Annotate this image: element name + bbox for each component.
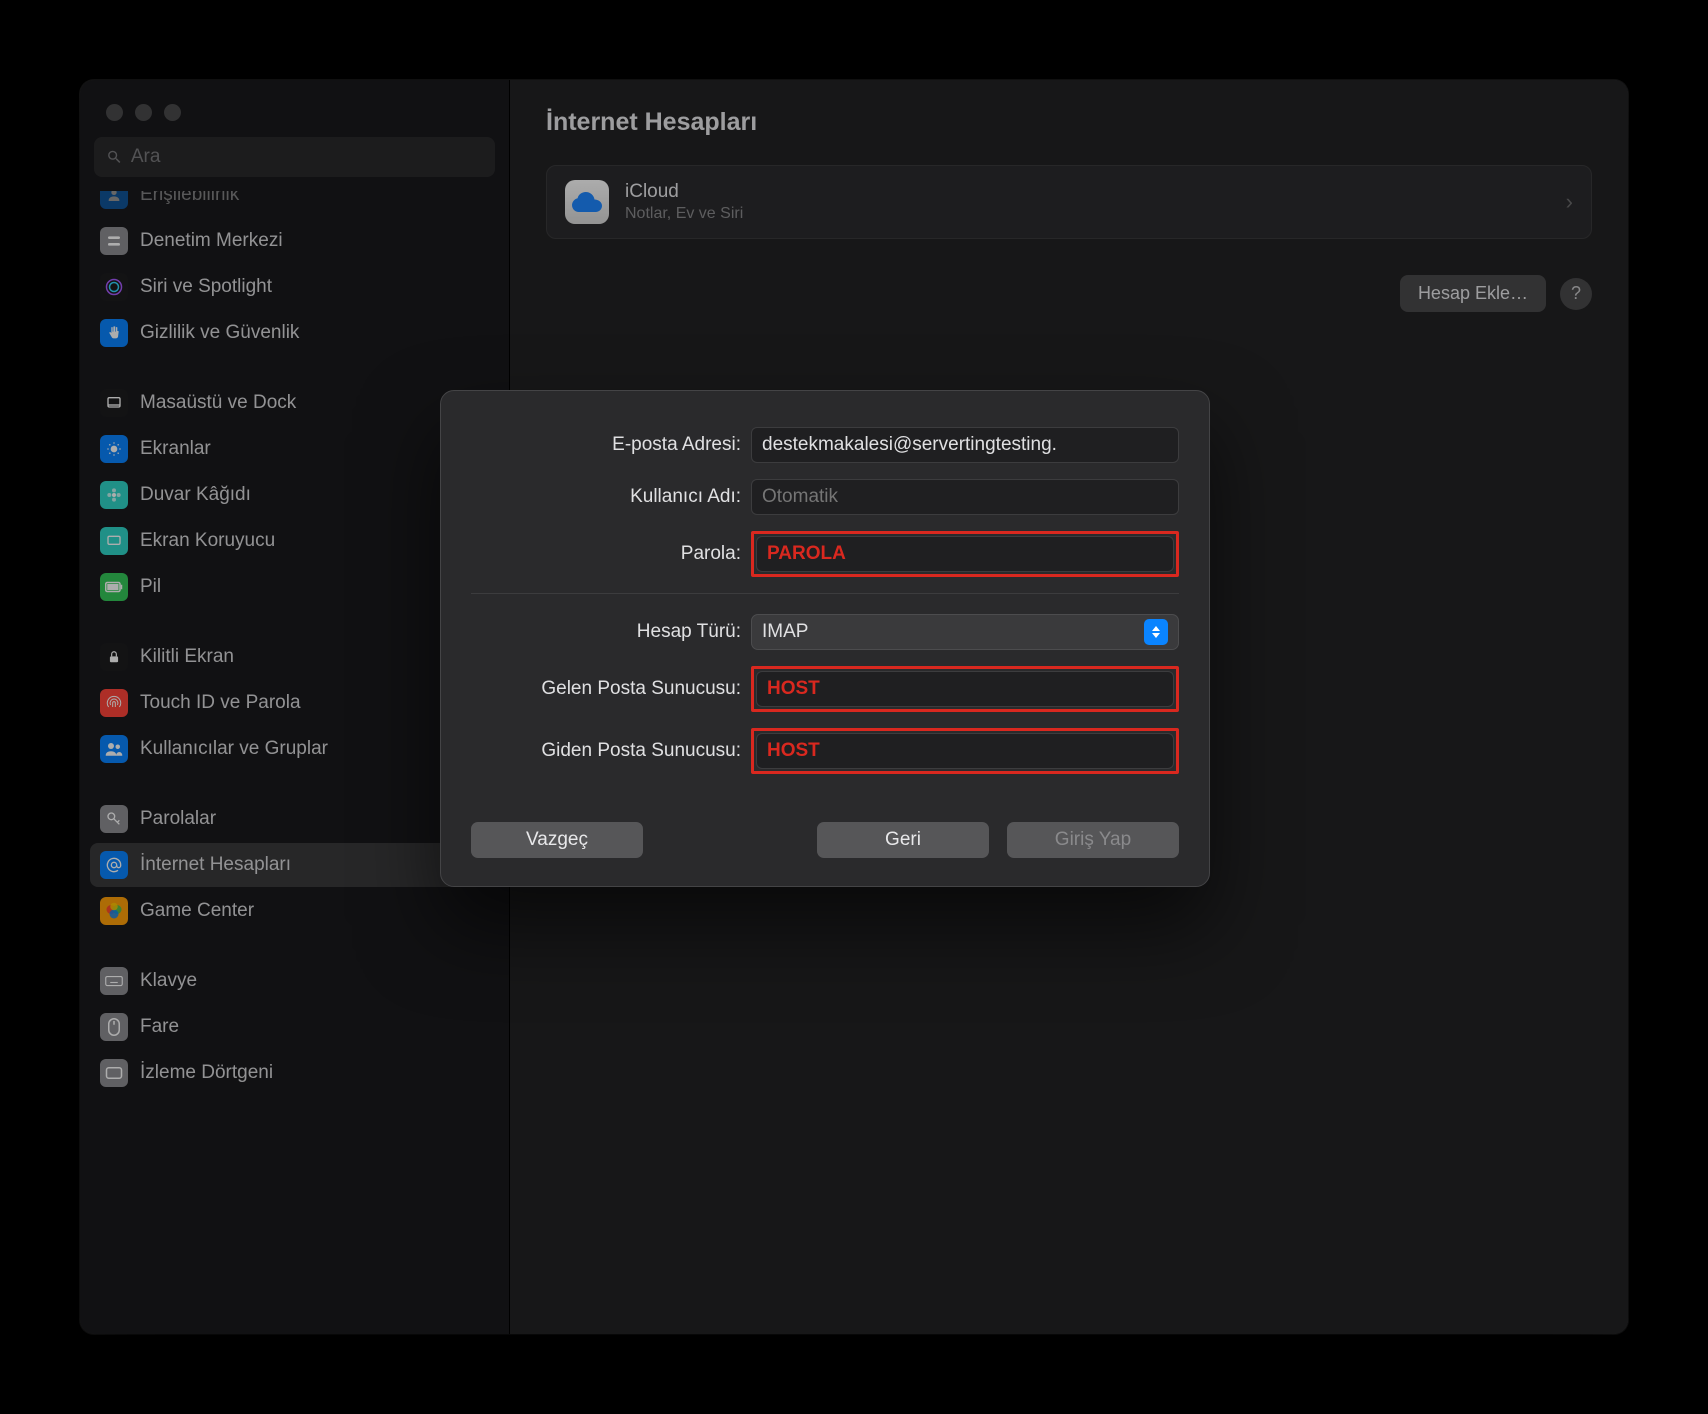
sidebar-item-label: Game Center xyxy=(140,900,254,922)
sidebar-item-label: Kullanıcılar ve Gruplar xyxy=(140,738,328,760)
close-window-button[interactable] xyxy=(106,104,123,121)
sidebar-item-kullan-c-lar-ve-gruplar[interactable]: Kullanıcılar ve Gruplar xyxy=(90,727,499,771)
sidebar-item-duvar-k-d-[interactable]: Duvar Kâğıdı xyxy=(90,473,499,517)
switches-icon xyxy=(100,227,128,255)
add-account-button[interactable]: Hesap Ekle… xyxy=(1400,275,1546,312)
sidebar-item-eri-ilebilirlik[interactable]: Erişilebilirlik xyxy=(90,191,499,217)
back-button[interactable]: Geri xyxy=(817,822,989,858)
trackpad-icon xyxy=(100,1059,128,1087)
fingerprint-icon xyxy=(100,689,128,717)
lock-icon xyxy=(100,643,128,671)
chevron-right-icon: › xyxy=(1566,189,1573,215)
cancel-button[interactable]: Vazgeç xyxy=(471,822,643,858)
display-icon xyxy=(100,435,128,463)
password-input[interactable] xyxy=(756,536,1174,572)
sidebar-item-label: Masaüstü ve Dock xyxy=(140,392,296,414)
page-title: İnternet Hesapları xyxy=(546,108,1592,137)
help-button[interactable]: ? xyxy=(1560,278,1592,310)
dock-icon xyxy=(100,389,128,417)
toolbar: Hesap Ekle… ? xyxy=(546,275,1592,312)
sidebar-item-klavye[interactable]: Klavye xyxy=(90,959,499,1003)
gamecenter-icon xyxy=(100,897,128,925)
sidebar-item-label: Ekranlar xyxy=(140,438,211,460)
zoom-window-button[interactable] xyxy=(164,104,181,121)
sidebar-item-label: Ekran Koruyucu xyxy=(140,530,275,552)
screensaver-icon xyxy=(100,527,128,555)
search-input[interactable] xyxy=(131,146,483,168)
select-arrows-icon xyxy=(1144,619,1168,645)
label-email: E-posta Adresi: xyxy=(471,434,751,456)
sidebar-item-gizlilik-ve-g-venlik[interactable]: Gizlilik ve Güvenlik xyxy=(90,311,499,355)
sidebar-item-denetim-merkezi[interactable]: Denetim Merkezi xyxy=(90,219,499,263)
sidebar-item-label: Touch ID ve Parola xyxy=(140,692,301,714)
label-incoming: Gelen Posta Sunucusu: xyxy=(471,678,751,700)
minimize-window-button[interactable] xyxy=(135,104,152,121)
users-icon xyxy=(100,735,128,763)
sidebar-item-kilitli-ekran[interactable]: Kilitli Ekran xyxy=(90,635,499,679)
sidebar-item-label: Gizlilik ve Güvenlik xyxy=(140,322,299,344)
icloud-icon xyxy=(565,180,609,224)
sidebar-item-fare[interactable]: Fare xyxy=(90,1005,499,1049)
siri-icon xyxy=(100,273,128,301)
keyboard-icon xyxy=(100,967,128,995)
account-setup-modal: E-posta Adresi: Kullanıcı Adı: Parola: H… xyxy=(440,390,1210,887)
modal-divider xyxy=(471,593,1179,594)
account-card-icloud[interactable]: iCloud Notlar, Ev ve Siri › xyxy=(546,165,1592,239)
search-icon xyxy=(106,148,123,166)
sidebar-item-label: Fare xyxy=(140,1016,179,1038)
sidebar-item-masa-st-ve-dock[interactable]: Masaüstü ve Dock xyxy=(90,381,499,425)
window-controls xyxy=(80,92,509,137)
sidebar-item-siri-ve-spotlight[interactable]: Siri ve Spotlight xyxy=(90,265,499,309)
account-sub: Notlar, Ev ve Siri xyxy=(625,205,1550,223)
sidebar-item-i-nternet-hesaplar-[interactable]: İnternet Hesapları xyxy=(90,843,499,887)
person-icon xyxy=(100,191,128,209)
sidebar-item-i-zleme-d-rtgeni[interactable]: İzleme Dörtgeni xyxy=(90,1051,499,1095)
battery-icon xyxy=(100,573,128,601)
at-icon xyxy=(100,851,128,879)
sidebar-item-label: Denetim Merkezi xyxy=(140,230,283,252)
sidebar-item-parolalar[interactable]: Parolalar xyxy=(90,797,499,841)
account-type-select[interactable]: IMAP xyxy=(751,614,1179,650)
sidebar-item-label: Siri ve Spotlight xyxy=(140,276,272,298)
sidebar-item-ekranlar[interactable]: Ekranlar xyxy=(90,427,499,471)
email-input[interactable] xyxy=(751,427,1179,463)
sidebar-item-label: Pil xyxy=(140,576,161,598)
sidebar-item-label: Klavye xyxy=(140,970,197,992)
mouse-icon xyxy=(100,1013,128,1041)
sidebar-item-label: Duvar Kâğıdı xyxy=(140,484,251,506)
label-account-type: Hesap Türü: xyxy=(471,621,751,643)
account-title: iCloud xyxy=(625,181,1550,203)
account-type-value: IMAP xyxy=(762,621,808,643)
sidebar-item-label: İnternet Hesapları xyxy=(140,854,291,876)
sidebar-item-game-center[interactable]: Game Center xyxy=(90,889,499,933)
sidebar-item-touch-id-ve-parola[interactable]: Touch ID ve Parola xyxy=(90,681,499,725)
account-texts: iCloud Notlar, Ev ve Siri xyxy=(625,181,1550,223)
key-icon xyxy=(100,805,128,833)
sidebar-item-label: Parolalar xyxy=(140,808,216,830)
signin-button[interactable]: Giriş Yap xyxy=(1007,822,1179,858)
sidebar-item-label: Kilitli Ekran xyxy=(140,646,234,668)
sidebar-item-pil[interactable]: Pil xyxy=(90,565,499,609)
search-box[interactable] xyxy=(94,137,495,177)
sidebar-item-label: İzleme Dörtgeni xyxy=(140,1062,273,1084)
label-password: Parola: xyxy=(471,543,751,565)
sidebar-item-label: Erişilebilirlik xyxy=(140,191,239,206)
label-outgoing: Giden Posta Sunucusu: xyxy=(471,740,751,762)
username-input[interactable] xyxy=(751,479,1179,515)
hand-icon xyxy=(100,319,128,347)
outgoing-server-input[interactable] xyxy=(756,733,1174,769)
flower-icon xyxy=(100,481,128,509)
sidebar-item-ekran-koruyucu[interactable]: Ekran Koruyucu xyxy=(90,519,499,563)
incoming-server-input[interactable] xyxy=(756,671,1174,707)
label-username: Kullanıcı Adı: xyxy=(471,486,751,508)
